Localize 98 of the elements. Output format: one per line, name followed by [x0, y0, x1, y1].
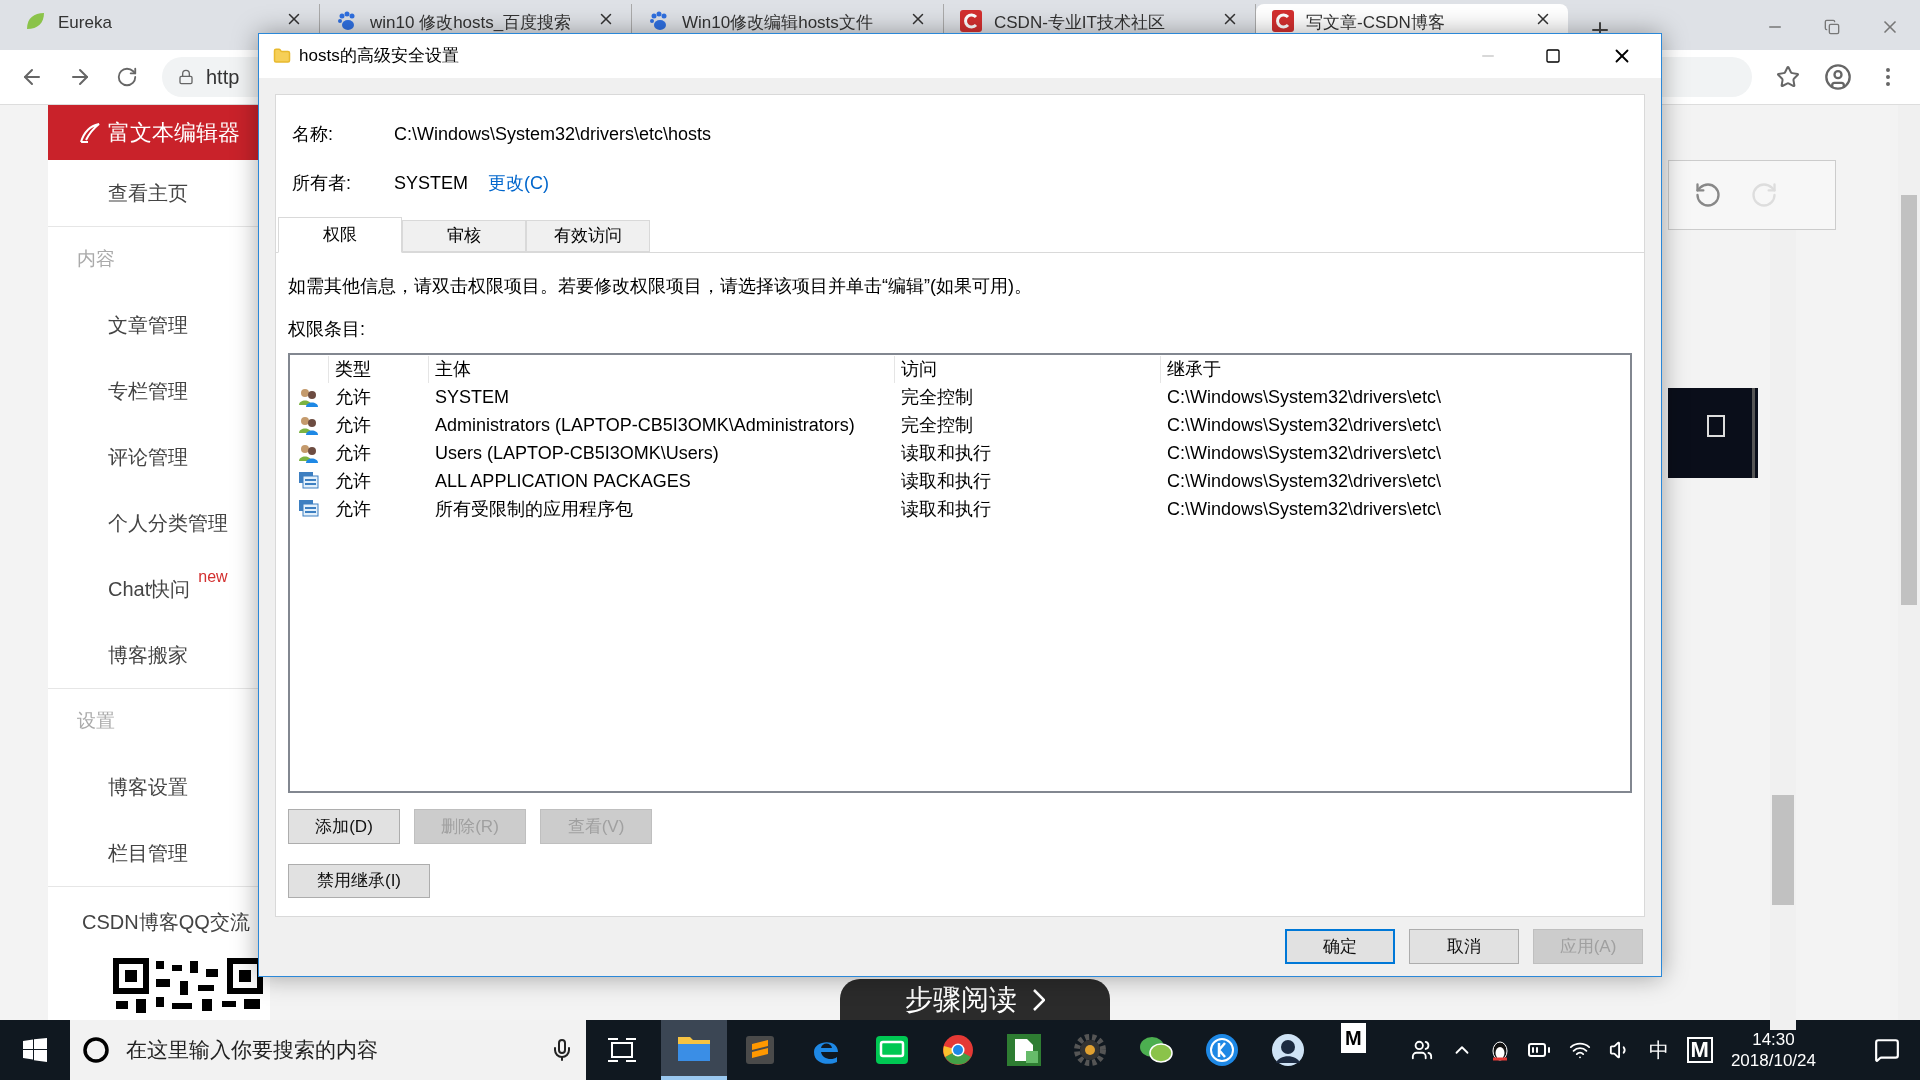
windows-stack-icon	[298, 471, 320, 491]
star-icon[interactable]	[1776, 65, 1800, 89]
input-mode-indicator[interactable]: M	[1686, 1037, 1713, 1063]
table-cell-text: C:\Windows\System32\drivers\etc\	[1166, 441, 1443, 465]
table-cell-text: 允许	[334, 441, 372, 465]
sidebar-link[interactable]: 博客搬家	[108, 640, 188, 670]
table-cell-text: SYSTEM	[434, 385, 510, 409]
sidebar-link[interactable]: 栏目管理	[108, 838, 188, 868]
table-cell-text: C:\Windows\System32\drivers\etc\	[1166, 497, 1443, 521]
table-cell-text: C:\Windows\System32\drivers\etc\	[1166, 413, 1443, 437]
table-cell-text: 完全控制	[900, 385, 974, 409]
sidebar-link[interactable]: 个人分类管理	[108, 508, 228, 538]
c-logo-icon	[1272, 10, 1294, 32]
owner-label: 所有者:	[292, 172, 352, 195]
table-cell-text: 允许	[334, 497, 372, 521]
step-reading-pill[interactable]: 步骤阅读	[840, 979, 1110, 1020]
windows-start-icon[interactable]	[23, 1038, 47, 1062]
name-value: C:\Windows\System32\drivers\etc\hosts	[394, 123, 712, 146]
editor-app-icon[interactable]	[744, 1034, 776, 1066]
clock-time[interactable]: 14:30	[1752, 1028, 1795, 1050]
pinned-letter[interactable]: M	[1341, 1023, 1366, 1053]
tab-title: win10 修改hosts_百度搜索	[370, 12, 573, 34]
users-icon	[298, 415, 320, 435]
maximize-icon[interactable]	[1545, 48, 1561, 64]
name-label: 名称:	[292, 123, 334, 146]
disable-inheritance-button[interactable]: 禁用继承(I)	[288, 864, 430, 898]
table-cell-text: Users (LAPTOP-CB5I3OMK\Users)	[434, 441, 720, 465]
table-cell-text: 允许	[334, 469, 372, 493]
undo-icon[interactable]	[1694, 181, 1722, 209]
table-cell-text: 读取和执行	[900, 441, 992, 465]
folder-icon	[273, 47, 291, 65]
search-placeholder: 在这里输入你要搜索的内容	[126, 1037, 379, 1064]
restore-icon[interactable]	[1824, 19, 1840, 35]
pill-label: 步骤阅读	[905, 982, 1017, 1017]
tab-title: Win10修改编辑hosts文件	[682, 12, 874, 34]
column-header[interactable]: 继承于	[1160, 355, 1630, 383]
table-cell-text: 读取和执行	[900, 469, 992, 493]
lock-icon	[178, 69, 194, 85]
cortana-ring-icon	[82, 1036, 110, 1064]
tab-title: 写文章-CSDN博客	[1306, 12, 1446, 34]
table-cell-text: 所有受限制的应用程序包	[434, 497, 634, 521]
sidebar-link[interactable]: 专栏管理	[108, 376, 188, 406]
table-cell-text: 完全控制	[900, 413, 974, 437]
c-logo-icon	[960, 10, 982, 32]
people-icon[interactable]	[1410, 1039, 1433, 1061]
clock-date[interactable]: 2018/10/24	[1730, 1050, 1816, 1072]
users-icon	[298, 443, 320, 463]
tab-title: CSDN-专业IT技术社区	[994, 12, 1166, 34]
notification-icon[interactable]	[1874, 1037, 1900, 1063]
table-cell-text: 读取和执行	[900, 497, 992, 521]
dialog-button[interactable]: 取消	[1409, 929, 1519, 964]
owner-value: SYSTEM	[394, 172, 468, 195]
description-text: 如需其他信息，请双击权限项目。若要修改权限项目，请选择该项目并单击“编辑”(如果可用)。	[288, 275, 1033, 298]
taskbar-search-field[interactable]: 在这里输入你要搜索的内容	[70, 1020, 586, 1080]
new-label: new	[198, 567, 228, 587]
document-icon[interactable]	[1006, 1033, 1042, 1067]
table-cell-text: 允许	[334, 385, 372, 409]
table-cell-text: C:\Windows\System32\drivers\etc\	[1166, 469, 1443, 493]
users-icon	[298, 387, 320, 407]
profile-icon[interactable]	[1824, 63, 1852, 91]
tab-title: Eureka	[58, 12, 113, 34]
table-cell-text: ALL APPLICATION PACKAGES	[434, 469, 692, 493]
table-cell-text: 允许	[334, 413, 372, 437]
table-cell-text: Administrators (LAPTOP-CB5I3OMK\Administrators)	[434, 413, 856, 437]
reload-icon[interactable]	[116, 66, 138, 88]
penguin-icon[interactable]	[1490, 1039, 1509, 1061]
dialog-tab[interactable]: 有效访问	[526, 220, 650, 252]
input-method-indicator[interactable]: 中	[1648, 1035, 1669, 1065]
sidebar-link[interactable]: Chat快问	[108, 574, 191, 604]
sidebar-link[interactable]: 评论管理	[108, 442, 188, 472]
chat-bubbles-icon[interactable]	[1138, 1034, 1174, 1066]
dialog-tab[interactable]: 审核	[402, 220, 526, 252]
avatar-icon[interactable]	[1271, 1033, 1305, 1067]
chevron-right-icon	[1033, 988, 1045, 1011]
dialog-button[interactable]: 确定	[1285, 929, 1395, 964]
taskbar-app[interactable]	[661, 1020, 727, 1080]
sidebar-link[interactable]: 博客设置	[108, 772, 188, 802]
header-title: 富文本编辑器	[108, 119, 240, 147]
circle-icon[interactable]	[1205, 1033, 1239, 1067]
sidebar-link[interactable]: 文章管理	[108, 310, 188, 340]
entry-button[interactable]: 添加(D)	[288, 809, 400, 844]
column-header[interactable]: 类型	[328, 355, 428, 383]
quill-icon	[78, 121, 100, 144]
qq-group-title: CSDN博客QQ交流	[82, 911, 250, 933]
leaf-icon	[24, 10, 46, 32]
sidebar-link[interactable]: 查看主页	[108, 178, 188, 208]
url-text: http	[206, 65, 240, 90]
column-header[interactable]: 访问	[894, 355, 1160, 383]
change-owner-link[interactable]: 更改(C)	[488, 170, 549, 197]
column-header[interactable]: 主体	[428, 355, 894, 383]
tv-icon[interactable]	[875, 1034, 909, 1066]
task-view-icon[interactable]	[608, 1038, 636, 1062]
gear-icon[interactable]	[1073, 1033, 1107, 1067]
windows-stack-icon	[298, 499, 320, 519]
wheel-icon[interactable]	[942, 1034, 974, 1066]
entries-label: 权限条目:	[288, 318, 366, 341]
table-cell-text: C:\Windows\System32\drivers\etc\	[1166, 385, 1443, 409]
dialog-tab[interactable]: 权限	[278, 217, 402, 253]
